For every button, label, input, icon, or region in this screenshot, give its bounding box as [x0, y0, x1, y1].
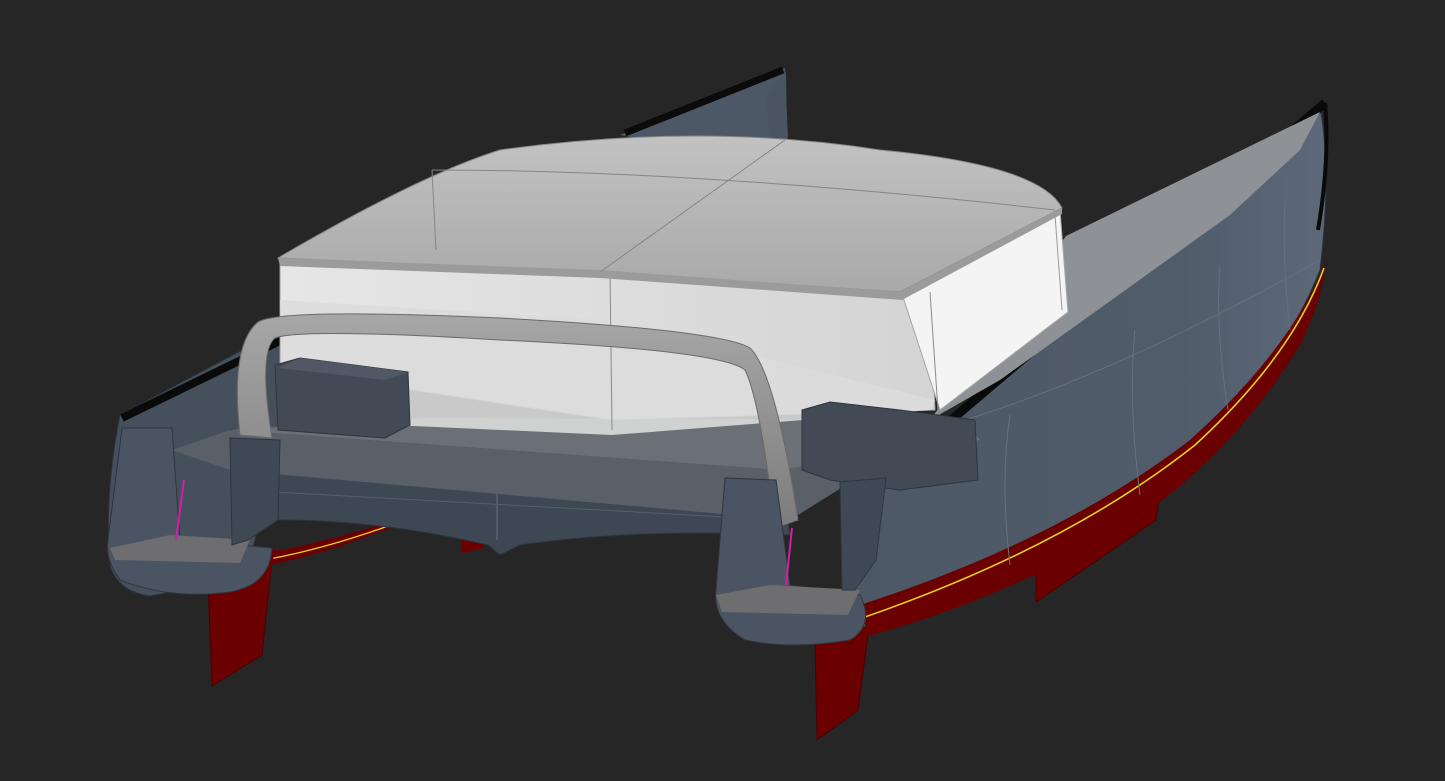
catamaran-model	[107, 66, 1329, 741]
render-viewport	[0, 0, 1445, 781]
cockpit-bench-port	[274, 357, 411, 439]
